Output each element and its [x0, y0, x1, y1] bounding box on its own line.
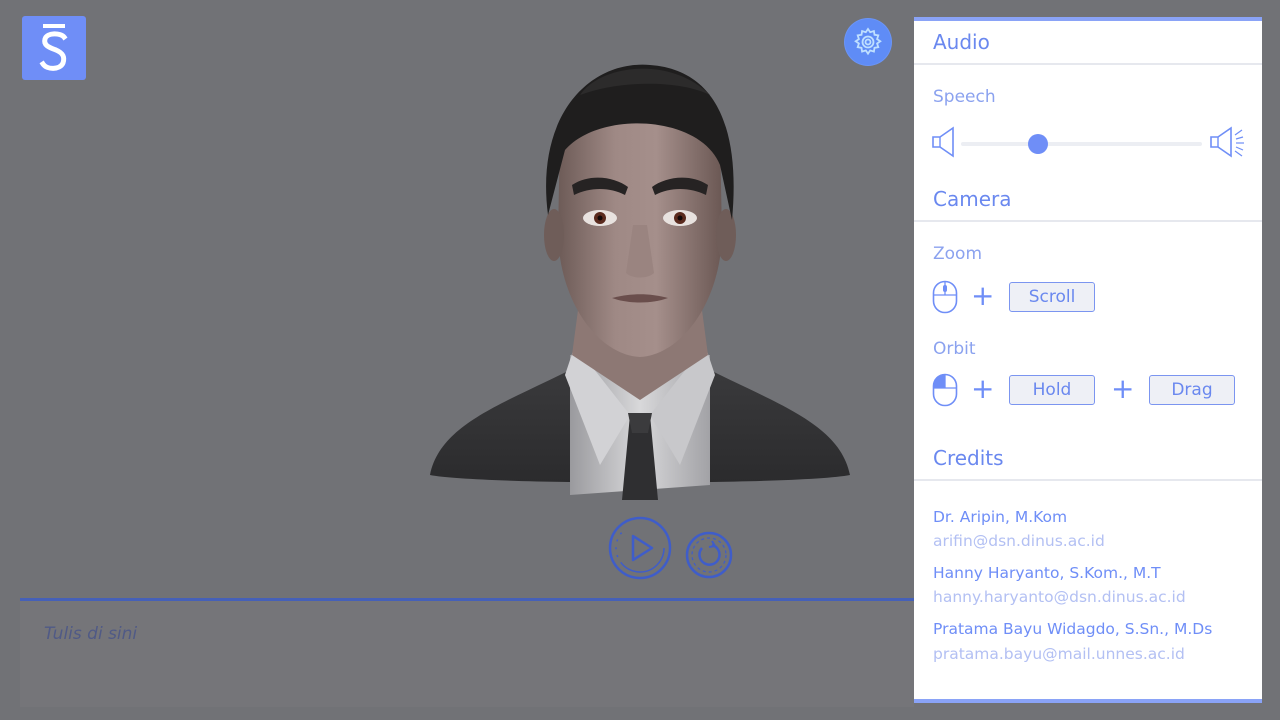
mouse-scroll-icon — [932, 280, 958, 314]
orbit-label: Orbit — [933, 339, 976, 359]
credit-email[interactable]: hanny.haryanto@dsn.dinus.ac.id — [933, 588, 1186, 606]
credit-name: Pratama Bayu Widagdo, S.Sn., M.Ds — [933, 620, 1213, 638]
zoom-label: Zoom — [933, 244, 983, 264]
speech-volume-track[interactable] — [961, 142, 1202, 146]
plus-sign: + — [1111, 372, 1135, 405]
hold-key: Hold — [1009, 375, 1095, 405]
speech-label: Speech — [933, 87, 996, 107]
mouse-left-click-icon — [932, 373, 958, 407]
plus-sign: + — [971, 372, 995, 405]
scroll-key: Scroll — [1009, 282, 1095, 312]
divider — [914, 479, 1262, 481]
credit-email[interactable]: arifin@dsn.dinus.ac.id — [933, 532, 1105, 550]
avatar-3d-character[interactable] — [420, 55, 860, 505]
play-button[interactable] — [608, 516, 672, 580]
audio-section-title: Audio — [933, 30, 990, 54]
drag-key: Drag — [1149, 375, 1235, 405]
gear-icon — [854, 27, 882, 56]
play-icon — [608, 516, 672, 580]
plus-sign: + — [971, 279, 995, 312]
divider — [914, 220, 1262, 222]
chat-input[interactable] — [42, 619, 846, 649]
app-logo — [22, 16, 86, 80]
divider — [914, 63, 1262, 65]
speaker-loud-icon[interactable] — [1209, 125, 1245, 159]
credit-name: Hanny Haryanto, S.Kom., M.T — [933, 564, 1161, 582]
credit-name: Dr. Aripin, M.Kom — [933, 508, 1068, 526]
speaker-mute-icon[interactable] — [931, 125, 957, 159]
credit-email[interactable]: pratama.bayu@mail.unnes.ac.id — [933, 645, 1185, 663]
settings-panel: Audio Speech Camera Zoom + Scroll Orbit — [914, 17, 1262, 703]
reset-button[interactable] — [685, 531, 733, 579]
chat-input-area — [20, 598, 914, 707]
credits-section-title: Credits — [933, 446, 1004, 470]
reset-icon — [685, 531, 733, 579]
speech-volume-thumb[interactable] — [1028, 134, 1049, 154]
logo-mark — [39, 24, 68, 71]
camera-section-title: Camera — [933, 187, 1012, 211]
